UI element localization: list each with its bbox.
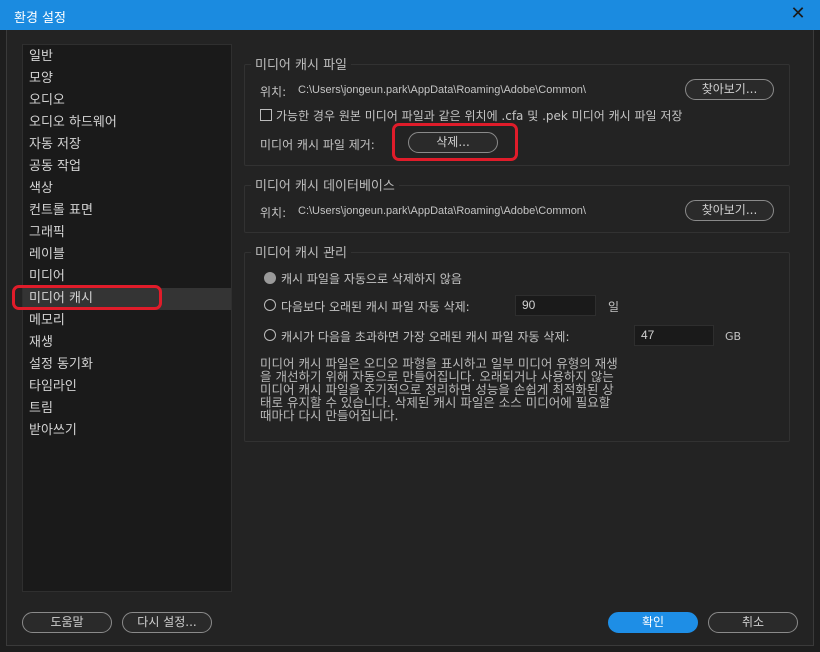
group-title: 미디어 캐시 데이터베이스: [251, 175, 399, 194]
browse-cache-files-button[interactable]: 찾아보기...: [685, 79, 774, 100]
sidebar-item-graphics[interactable]: 그래픽: [23, 222, 231, 244]
close-icon[interactable]: ✕: [784, 2, 812, 26]
sidebar-item-audio[interactable]: 오디오: [23, 90, 231, 112]
days-unit-label: 일: [608, 300, 620, 314]
description-line: 때마다 다시 만들어집니다.: [260, 408, 399, 423]
sidebar-item-color[interactable]: 색상: [23, 178, 231, 200]
sidebar-item-control-surface[interactable]: 컨트롤 표면: [23, 200, 231, 222]
radio-delete-when-exceeds[interactable]: [264, 329, 276, 341]
location-label: 위치:: [260, 206, 287, 220]
group-title: 미디어 캐시 관리: [251, 242, 351, 261]
sidebar-item-transcription[interactable]: 받아쓰기: [23, 420, 231, 442]
radio-delete-older-than-label: 다음보다 오래된 캐시 파일 자동 삭제:: [281, 300, 470, 314]
cache-files-path: C:\Users\jongeun.park\AppData\Roaming\Ad…: [298, 84, 586, 96]
sidebar-item-appearance[interactable]: 모양: [23, 68, 231, 90]
radio-no-auto-delete-label: 캐시 파일을 자동으로 삭제하지 않음: [281, 272, 462, 286]
sidebar-item-media-cache[interactable]: 미디어 캐시: [23, 288, 231, 310]
save-cache-with-media-checkbox[interactable]: [260, 109, 272, 121]
sidebar-item-trim[interactable]: 트림: [23, 398, 231, 420]
sidebar-item-audio-hardware[interactable]: 오디오 하드웨어: [23, 112, 231, 134]
window-title: 환경 설정: [14, 11, 66, 26]
sidebar-item-labels[interactable]: 레이블: [23, 244, 231, 266]
cache-description: 미디어 캐시 파일은 오디오 파형을 표시하고 일부 미디어 유형의 재생 을 …: [260, 357, 730, 422]
sidebar-item-sync-settings[interactable]: 설정 동기화: [23, 354, 231, 376]
location-label: 위치:: [260, 85, 287, 99]
sidebar-item-general[interactable]: 일반: [23, 46, 231, 68]
cancel-button[interactable]: 취소: [708, 612, 798, 633]
cache-db-path: C:\Users\jongeun.park\AppData\Roaming\Ad…: [298, 205, 586, 217]
exceeds-size-input[interactable]: 47: [634, 325, 714, 346]
sidebar-item-timeline[interactable]: 타임라인: [23, 376, 231, 398]
sidebar-item-media[interactable]: 미디어: [23, 266, 231, 288]
browse-cache-db-button[interactable]: 찾아보기...: [685, 200, 774, 221]
older-than-days-input[interactable]: 90: [515, 295, 596, 316]
sidebar-item-auto-save[interactable]: 자동 저장: [23, 134, 231, 156]
sidebar-item-collaboration[interactable]: 공동 작업: [23, 156, 231, 178]
sidebar-item-playback[interactable]: 재생: [23, 332, 231, 354]
title-bar: 환경 설정 ✕: [0, 0, 820, 30]
ok-button[interactable]: 확인: [608, 612, 698, 633]
save-cache-with-media-label: 가능한 경우 원본 미디어 파일과 같은 위치에 .cfa 및 .pek 미디어…: [276, 109, 683, 123]
preferences-sidebar: 일반 모양 오디오 오디오 하드웨어 자동 저장 공동 작업 색상 컨트롤 표면…: [22, 44, 232, 592]
help-button[interactable]: 도움말: [22, 612, 112, 633]
reset-button[interactable]: 다시 설정...: [122, 612, 212, 633]
radio-no-auto-delete[interactable]: [264, 272, 276, 284]
radio-delete-when-exceeds-label: 캐시가 다음을 초과하면 가장 오래된 캐시 파일 자동 삭제:: [281, 330, 570, 344]
gb-unit-label: GB: [725, 330, 742, 343]
sidebar-item-memory[interactable]: 메모리: [23, 310, 231, 332]
delete-cache-button[interactable]: 삭제...: [408, 132, 498, 153]
group-title: 미디어 캐시 파일: [251, 54, 351, 73]
remove-cache-label: 미디어 캐시 파일 제거:: [260, 138, 375, 152]
radio-delete-older-than[interactable]: [264, 299, 276, 311]
